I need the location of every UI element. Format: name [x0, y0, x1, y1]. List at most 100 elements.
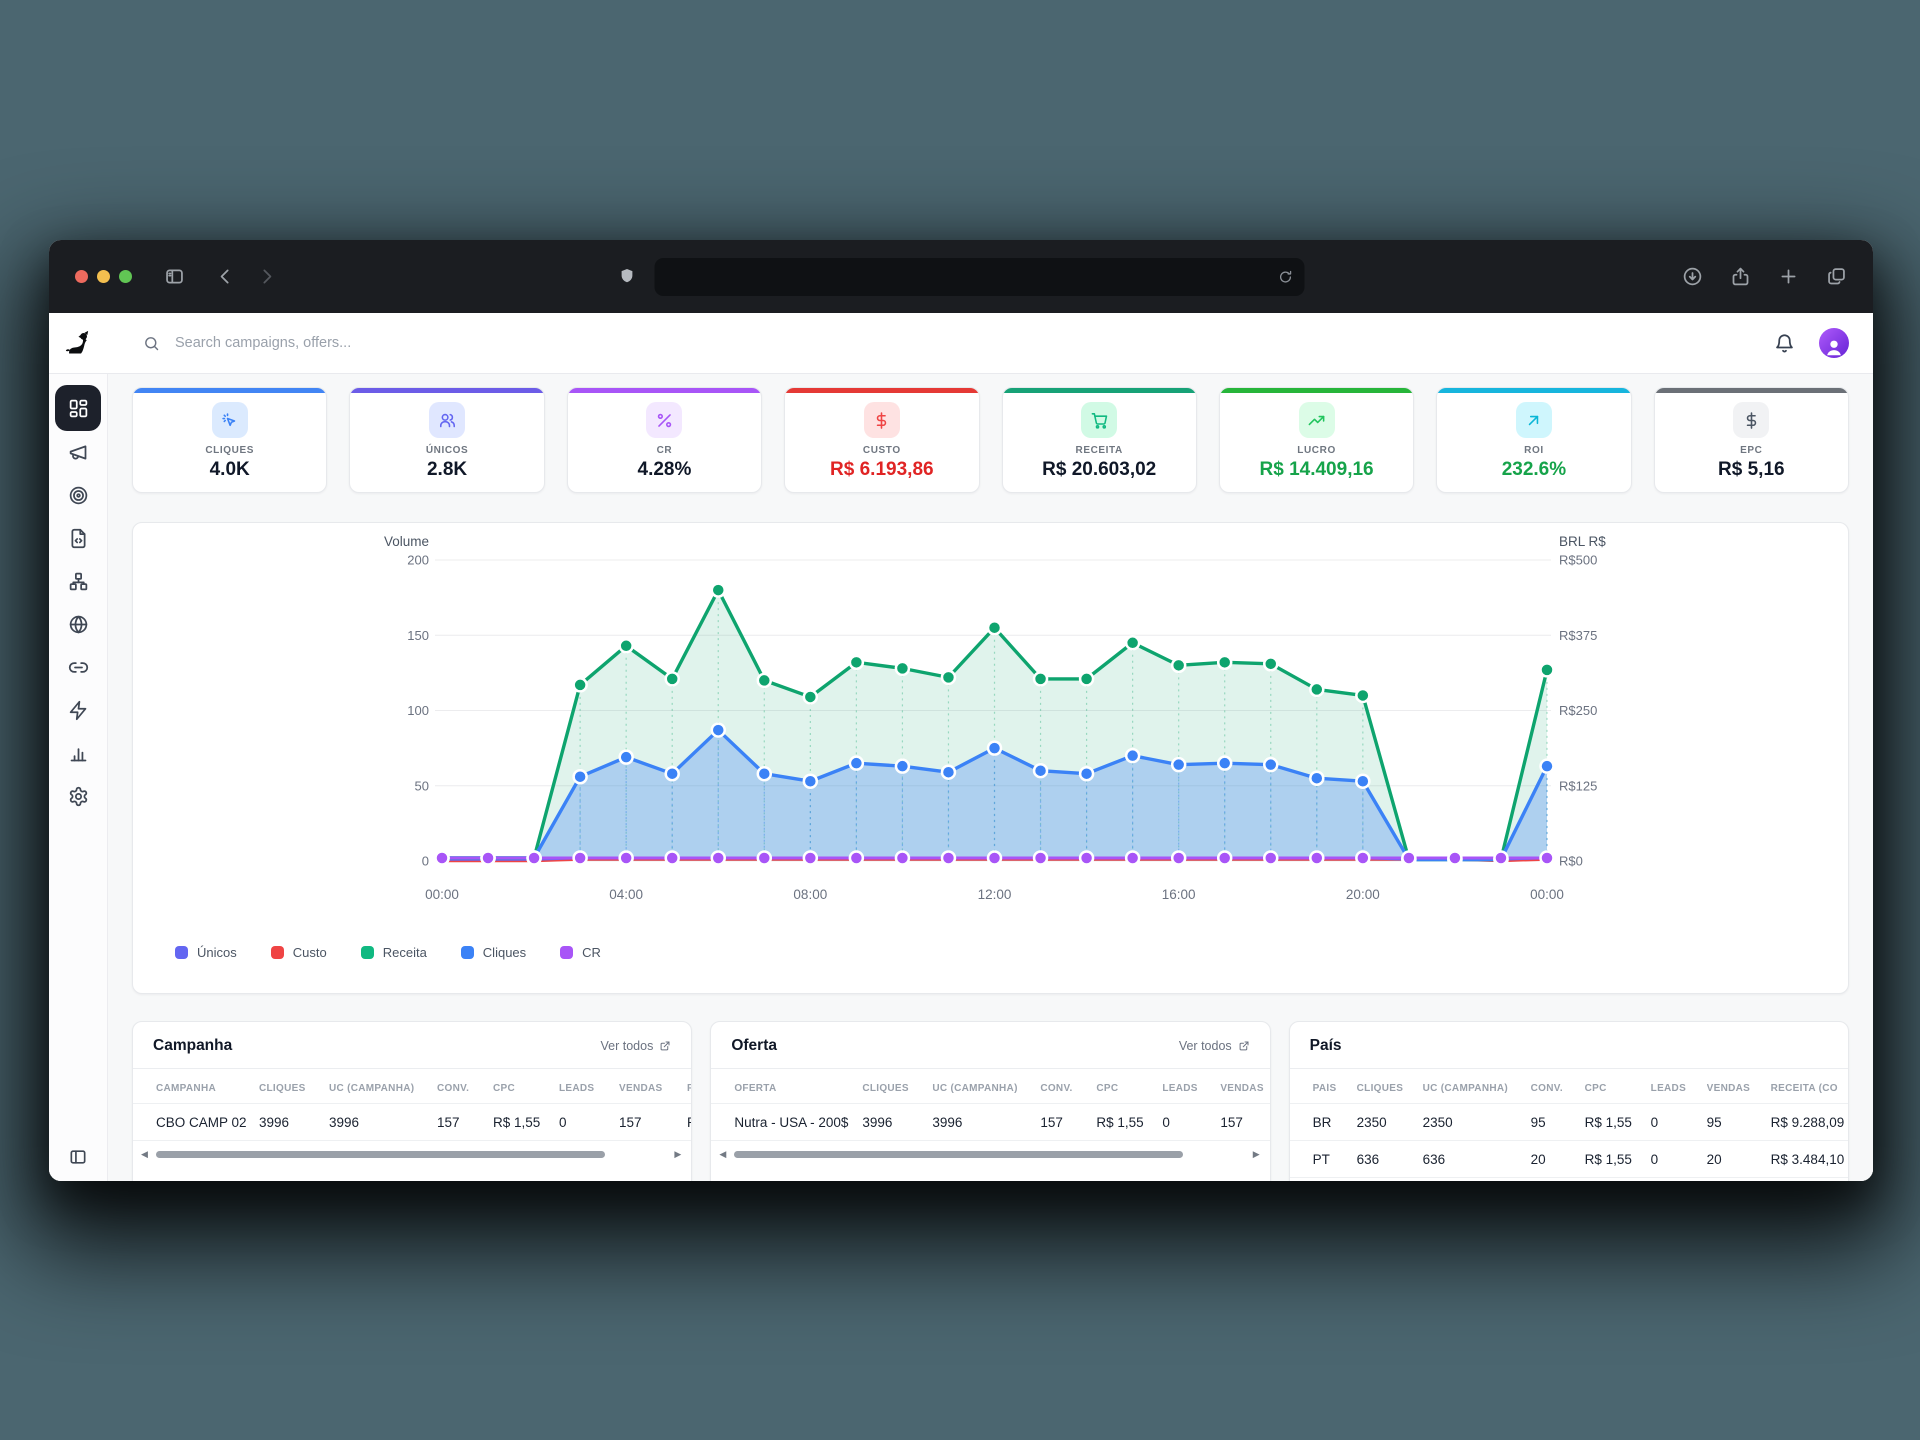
link-icon: [68, 657, 89, 678]
scrollbar-thumb[interactable]: [734, 1151, 1183, 1158]
sidebar-item-campaigns[interactable]: [56, 431, 100, 474]
scroll-right-arrow[interactable]: ▶: [674, 1150, 681, 1159]
new-tab-icon[interactable]: [1778, 266, 1799, 287]
table-cell: R$ 1,55: [493, 1115, 559, 1130]
reload-icon[interactable]: [1278, 269, 1294, 285]
svg-text:50: 50: [415, 778, 429, 793]
stat-accent-bar: [1437, 388, 1630, 393]
table-cell: 3996: [329, 1115, 437, 1130]
privacy-shield-icon[interactable]: [618, 267, 637, 286]
file-code-icon: [68, 528, 89, 549]
svg-text:R$250: R$250: [1559, 703, 1597, 718]
maximize-window-button[interactable]: [119, 270, 132, 283]
svg-text:00:00: 00:00: [425, 887, 459, 902]
downloads-icon[interactable]: [1682, 266, 1703, 287]
legend-swatch: [361, 946, 374, 959]
globe-icon: [68, 614, 89, 635]
table-cell: 2350: [1423, 1115, 1531, 1130]
collapse-sidebar-icon[interactable]: [68, 1147, 88, 1167]
scrollbar-thumb[interactable]: [156, 1151, 605, 1158]
cart-icon: [1081, 402, 1117, 438]
sidebar-item-offers[interactable]: [56, 474, 100, 517]
user-avatar[interactable]: [1819, 328, 1849, 358]
stat-label: CLIQUES: [205, 445, 254, 456]
dollar-icon: [1733, 402, 1769, 438]
table-cell: 0: [559, 1115, 619, 1130]
stat-card-receita: RECEITAR$ 20.603,02: [1002, 387, 1197, 493]
stat-accent-bar: [1220, 388, 1413, 393]
ver-todos-link[interactable]: Ver todos: [1179, 1039, 1250, 1053]
sidebar-item-links[interactable]: [56, 646, 100, 689]
sidebar-item-domains[interactable]: [56, 603, 100, 646]
stat-label: CR: [657, 445, 673, 456]
table-cell: Nutra - USA - 200$: [734, 1115, 862, 1130]
column-header: RECEITA (CO: [1771, 1083, 1849, 1094]
legend-item-custo[interactable]: Custo: [271, 945, 327, 960]
stat-card-epc: EPCR$ 5,16: [1654, 387, 1849, 493]
browser-sidebar-toggle-icon[interactable]: [164, 266, 185, 287]
legend-label: Receita: [383, 945, 427, 960]
column-header: CONV.: [1531, 1083, 1585, 1094]
ver-todos-link[interactable]: Ver todos: [601, 1039, 672, 1053]
table-header-row: CAMPANHACLIQUESUC (CAMPANHA)CONV.CPCLEAD…: [133, 1073, 691, 1104]
svg-text:150: 150: [407, 628, 429, 643]
table-cell: 0: [1651, 1115, 1707, 1130]
search-input[interactable]: [173, 334, 607, 352]
zap-icon: [68, 700, 89, 721]
address-bar[interactable]: [655, 258, 1305, 296]
table-cell: 3996: [259, 1115, 329, 1130]
close-window-button[interactable]: [75, 270, 88, 283]
table-cell: 636: [1423, 1152, 1531, 1167]
search-icon: [143, 335, 160, 352]
sidebar-item-integrations[interactable]: [56, 689, 100, 732]
svg-text:R$500: R$500: [1559, 553, 1597, 568]
scrollbar-track[interactable]: [734, 1151, 1244, 1158]
table-row[interactable]: BR2350235095R$ 1,55095R$ 9.288,09: [1290, 1104, 1848, 1141]
scrollbar-track[interactable]: [156, 1151, 666, 1158]
forward-icon[interactable]: [256, 266, 277, 287]
tables-row: CampanhaVer todosCAMPANHACLIQUESUC (CAMP…: [132, 1021, 1849, 1181]
browser-titlebar: [49, 240, 1873, 313]
minimize-window-button[interactable]: [97, 270, 110, 283]
column-header: LEADS: [559, 1083, 619, 1094]
scroll-right-arrow[interactable]: ▶: [1253, 1150, 1260, 1159]
stat-accent-bar: [568, 388, 761, 393]
legend-item-cr[interactable]: CR: [560, 945, 601, 960]
stat-card-cliques: CLIQUES4.0K: [132, 387, 327, 493]
scroll-left-arrow[interactable]: ◀: [719, 1150, 726, 1159]
svg-text:BRL R$: BRL R$: [1559, 534, 1606, 549]
stat-label: ROI: [1524, 445, 1544, 456]
sidebar-item-dashboard[interactable]: [55, 385, 101, 431]
column-header: VENDAS: [619, 1083, 687, 1094]
table-row[interactable]: Nutra - USA - 200$39963996157R$ 1,550157: [711, 1104, 1269, 1141]
table-cell: R: [687, 1115, 692, 1130]
table-cell: 157: [437, 1115, 493, 1130]
share-icon[interactable]: [1730, 266, 1751, 287]
traffic-lights: [75, 270, 132, 283]
stat-card-nicos: ÚNICOS2.8K: [349, 387, 544, 493]
scroll-left-arrow[interactable]: ◀: [141, 1150, 148, 1159]
pais-panel: PaísPAÍSCLIQUESUC (CAMPANHA)CONV.CPCLEAD…: [1289, 1021, 1849, 1181]
table-cell: CBO CAMP 02: [156, 1115, 259, 1130]
sidebar-item-flows[interactable]: [56, 560, 100, 603]
stat-label: LUCRO: [1297, 445, 1336, 456]
sidebar-item-landing-pages[interactable]: [56, 517, 100, 560]
svg-text:200: 200: [407, 553, 429, 568]
notifications-bell-icon[interactable]: [1774, 333, 1795, 354]
network-icon: [68, 571, 89, 592]
sidebar-item-settings[interactable]: [56, 775, 100, 818]
legend-item-receita[interactable]: Receita: [361, 945, 427, 960]
legend-swatch: [271, 946, 284, 959]
table-row[interactable]: CBO CAMP 0239963996157R$ 1,550157R: [133, 1104, 691, 1141]
gear-icon: [68, 786, 89, 807]
column-header: UC (CAMPANHA): [329, 1083, 437, 1094]
dog-logo-icon[interactable]: [49, 329, 107, 357]
legend-item-nicos[interactable]: Únicos: [175, 945, 237, 960]
table-row[interactable]: PT63663620R$ 1,55020R$ 3.484,10: [1290, 1141, 1848, 1178]
sidebar-item-reports[interactable]: [56, 732, 100, 775]
legend-item-cliques[interactable]: Cliques: [461, 945, 526, 960]
tab-overview-icon[interactable]: [1826, 266, 1847, 287]
stats-row: CLIQUES4.0KÚNICOS2.8KCR4.28%CUSTOR$ 6.19…: [132, 387, 1849, 493]
back-icon[interactable]: [215, 266, 236, 287]
stat-value: R$ 6.193,86: [830, 459, 934, 481]
